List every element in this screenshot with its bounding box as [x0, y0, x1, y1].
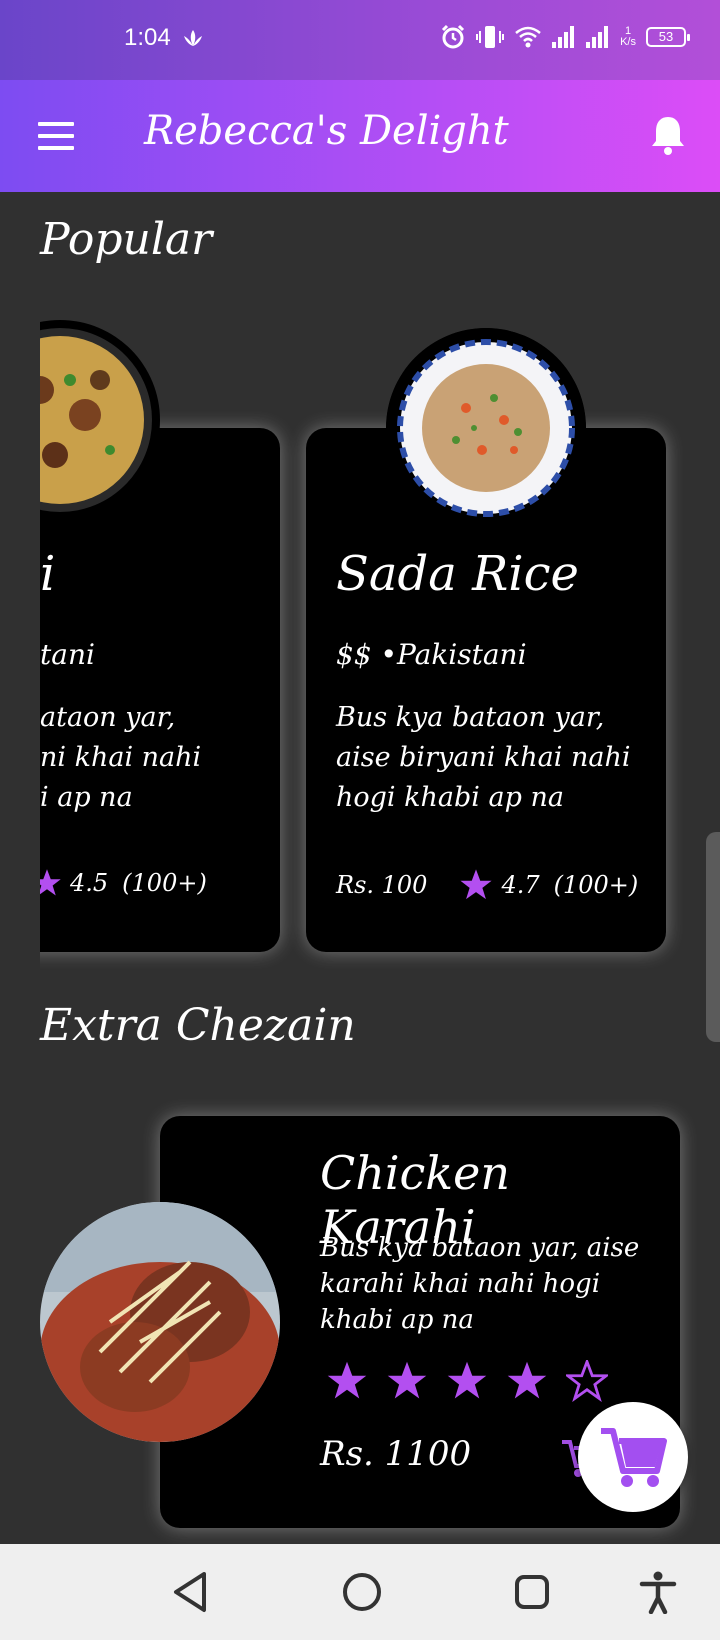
star-filled-icon [387, 1361, 427, 1399]
price: Rs. 100 [336, 871, 428, 899]
star-icon [460, 869, 493, 900]
alarm-icon [442, 24, 465, 49]
cart-icon [601, 1428, 667, 1487]
star-filled-icon [447, 1361, 487, 1399]
desc-line: i ap na [40, 782, 133, 813]
signal-icon [552, 26, 575, 48]
rating-count: (100+) [553, 871, 639, 899]
back-triangle-icon[interactable] [170, 1570, 210, 1614]
signal-icon-2 [586, 26, 609, 48]
star-filled-icon [507, 1361, 547, 1399]
section-title-extra: Extra Chezain [40, 1000, 356, 1051]
extra-card-description: Bus kya bataon yar, aise karahi khai nah… [320, 1233, 640, 1335]
status-bar: 1:04 1 K/s 53 [0, 0, 720, 80]
popular-card-description: Bus kya bataon yar, aise biryani khai na… [336, 702, 631, 813]
star-outline-icon [566, 1360, 608, 1402]
wifi-icon [515, 26, 541, 48]
rating-count: (100+) [122, 869, 207, 897]
recents-square-icon[interactable] [510, 1570, 554, 1614]
popular-card-cuisine: $$ •Pakistani [336, 638, 527, 671]
speed-unit: K/s [620, 36, 636, 48]
rating-value: 4.7 [501, 871, 540, 899]
popular-card-cuisine: tani [40, 638, 95, 671]
hamburger-menu-icon[interactable] [38, 122, 74, 150]
popular-carousel[interactable]: i tani ataon yar, ni khai nahi i ap na 4… [40, 320, 720, 980]
app-title: Rebecca's Delight [144, 108, 509, 154]
star-rating [326, 1360, 608, 1402]
bell-icon[interactable] [650, 114, 686, 156]
status-time: 1:04 [124, 24, 171, 51]
popular-card-name: i [40, 546, 56, 602]
system-nav-bar [0, 1544, 720, 1640]
battery-icon: 53 [646, 27, 690, 47]
cart-fab-button[interactable] [578, 1402, 688, 1512]
accessibility-icon[interactable] [638, 1570, 678, 1614]
popular-card-meta: 4.5 (100+) [40, 868, 207, 898]
popular-card-description: ataon yar, ni khai nahi i ap na [40, 698, 340, 818]
desc-line: ni khai nahi [40, 742, 202, 773]
star-icon [40, 869, 61, 896]
section-title-popular: Popular [40, 214, 213, 265]
vibrate-icon [476, 26, 505, 48]
star-filled-icon [327, 1361, 367, 1399]
scroll-handle[interactable] [706, 832, 720, 1042]
popular-card-meta: Rs. 100 4.7 (100+) [336, 868, 638, 902]
lotus-icon [184, 30, 202, 46]
desc-line: ataon yar, [40, 702, 176, 733]
app-bar: Rebecca's Delight [0, 80, 720, 192]
home-circle-icon[interactable] [340, 1570, 384, 1614]
extra-card-price: Rs. 1100 [320, 1434, 472, 1474]
sada-rice-image [386, 328, 586, 528]
chicken-karahi-image [40, 1202, 280, 1442]
status-icons: 1 K/s 53 [440, 24, 690, 50]
rating-value: 4.5 [70, 869, 109, 897]
popular-card-name: Sada Rice [336, 546, 579, 602]
network-speed: 1 K/s [620, 26, 636, 48]
battery-level: 53 [658, 29, 674, 44]
